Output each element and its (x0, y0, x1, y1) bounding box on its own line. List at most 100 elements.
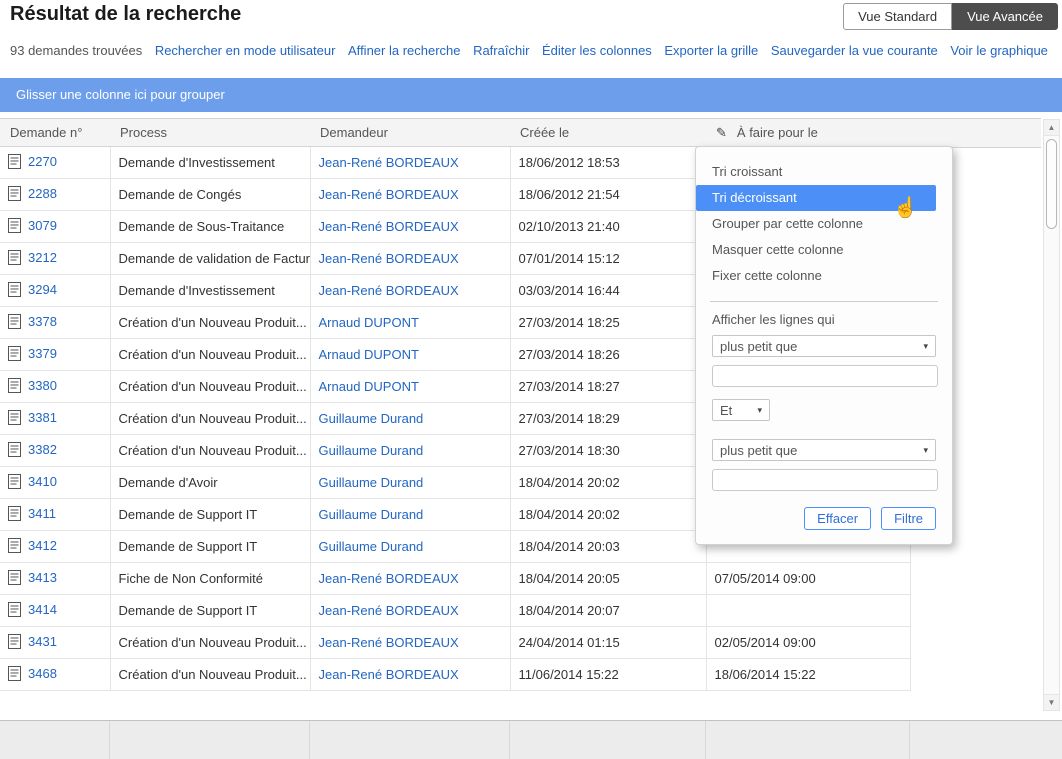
toolbar-link[interactable]: Affiner la recherche (348, 43, 461, 58)
request-id-link[interactable]: 3410 (28, 474, 57, 489)
requester-link[interactable]: Jean-René BORDEAUX (319, 667, 459, 682)
requester-link[interactable]: Guillaume Durand (319, 443, 424, 458)
requester-link[interactable]: Jean-René BORDEAUX (319, 155, 459, 170)
toolbar-link[interactable]: Sauvegarder la vue courante (771, 43, 938, 58)
requester-link[interactable]: Jean-René BORDEAUX (319, 635, 459, 650)
document-icon (8, 666, 21, 684)
document-icon (8, 186, 21, 204)
edit-column-icon[interactable]: ✎ (716, 125, 727, 141)
menu-item[interactable]: Grouper par cette colonne (696, 211, 952, 237)
table-row[interactable]: 3413 Fiche de Non Conformité Jean-René B… (0, 563, 910, 595)
column-menu-items: Tri croissantTri décroissantGrouper par … (696, 159, 952, 289)
process-cell: Demande d'Investissement (110, 147, 310, 179)
created-date-cell: 18/06/2012 18:53 (510, 147, 706, 179)
column-header-demande-no[interactable]: Demande n° (0, 119, 110, 147)
requester-link[interactable]: Arnaud DUPONT (319, 315, 419, 330)
request-id-link[interactable]: 3414 (28, 602, 57, 617)
footer-cell (706, 721, 910, 759)
scrollbar-thumb[interactable] (1046, 139, 1057, 229)
request-id-link[interactable]: 3382 (28, 442, 57, 457)
process-cell: Demande de validation de Facture (110, 243, 310, 275)
search-results-page: Résultat de la recherche Vue Standard Vu… (0, 0, 1062, 759)
column-header-a-faire-pour-le[interactable]: ✎À faire pour le (706, 119, 910, 147)
document-icon (8, 474, 21, 492)
requester-link[interactable]: Arnaud DUPONT (319, 379, 419, 394)
request-id-link[interactable]: 3379 (28, 346, 57, 361)
requester-link[interactable]: Jean-René BORDEAUX (319, 603, 459, 618)
requester-link[interactable]: Jean-René BORDEAUX (319, 571, 459, 586)
created-date-cell: 27/03/2014 18:26 (510, 339, 706, 371)
menu-item[interactable]: Tri décroissant (696, 185, 936, 211)
requester-link[interactable]: Jean-René BORDEAUX (319, 251, 459, 266)
table-row[interactable]: 3431 Création d'un Nouveau Produit... Je… (0, 627, 910, 659)
document-icon (8, 250, 21, 268)
footer-cell (510, 721, 706, 759)
request-id-link[interactable]: 3413 (28, 570, 57, 585)
requester-link[interactable]: Jean-René BORDEAUX (319, 283, 459, 298)
table-header-row: Demande n° Process Demandeur Créée le ✎À… (0, 119, 910, 147)
created-date-cell: 18/04/2014 20:07 (510, 595, 706, 627)
group-drop-zone[interactable]: Glisser une colonne ici pour grouper (0, 78, 1062, 112)
document-icon (8, 410, 21, 428)
request-id-link[interactable]: 3431 (28, 634, 57, 649)
request-id-link[interactable]: 3380 (28, 378, 57, 393)
request-id-link[interactable]: 3212 (28, 250, 57, 265)
requester-link[interactable]: Guillaume Durand (319, 539, 424, 554)
footer-cell (110, 721, 310, 759)
requester-link[interactable]: Jean-René BORDEAUX (319, 219, 459, 234)
request-id-link[interactable]: 3411 (28, 506, 56, 521)
requester-link[interactable]: Arnaud DUPONT (319, 347, 419, 362)
requester-link[interactable]: Guillaume Durand (319, 507, 424, 522)
requester-link[interactable]: Guillaume Durand (319, 475, 424, 490)
view-advanced-button[interactable]: Vue Avancée (952, 3, 1058, 30)
apply-filter-button[interactable]: Filtre (881, 507, 936, 530)
view-toggle: Vue Standard Vue Avancée (843, 3, 1058, 30)
menu-item[interactable]: Masquer cette colonne (696, 237, 952, 263)
table-row[interactable]: 3414 Demande de Support IT Jean-René BOR… (0, 595, 910, 627)
filter-logic-select[interactable]: Et ▾ (712, 399, 770, 421)
created-date-cell: 27/03/2014 18:29 (510, 403, 706, 435)
clear-filter-button[interactable]: Effacer (804, 507, 871, 530)
request-id-link[interactable]: 2288 (28, 186, 57, 201)
request-id-link[interactable]: 3079 (28, 218, 57, 233)
process-cell: Création d'un Nouveau Produit... (110, 339, 310, 371)
created-date-cell: 27/03/2014 18:25 (510, 307, 706, 339)
column-header-process[interactable]: Process (110, 119, 310, 147)
header-filler (910, 118, 1041, 148)
requester-link[interactable]: Jean-René BORDEAUX (319, 187, 459, 202)
request-id-link[interactable]: 3294 (28, 282, 57, 297)
vertical-scrollbar[interactable]: ▲ ▼ (1043, 119, 1060, 711)
toolbar-link[interactable]: Rechercher en mode utilisateur (155, 43, 336, 58)
column-header-demandeur[interactable]: Demandeur (310, 119, 510, 147)
request-id-link[interactable]: 2270 (28, 154, 57, 169)
request-id-link[interactable]: 3378 (28, 314, 57, 329)
scroll-down-button[interactable]: ▼ (1044, 694, 1059, 710)
toolbar-link[interactable]: Éditer les colonnes (542, 43, 652, 58)
toolbar-link[interactable]: Voir le graphique (950, 43, 1048, 58)
due-date-cell (706, 595, 910, 627)
filter-operator-2-select[interactable]: plus petit que ▾ (712, 439, 936, 461)
toolbar-link[interactable]: Exporter la grille (664, 43, 758, 58)
filter-value-1-input[interactable] (712, 365, 938, 387)
request-id-link[interactable]: 3468 (28, 666, 57, 681)
filter-section-label: Afficher les lignes qui (712, 312, 936, 327)
toolbar-link[interactable]: Rafraîchir (473, 43, 529, 58)
scroll-up-button[interactable]: ▲ (1044, 120, 1059, 136)
process-cell: Création d'un Nouveau Produit... (110, 659, 310, 691)
filter-value-2-input[interactable] (712, 469, 938, 491)
document-icon (8, 538, 21, 556)
table-row[interactable]: 3468 Création d'un Nouveau Produit... Je… (0, 659, 910, 691)
menu-item[interactable]: Fixer cette colonne (696, 263, 952, 289)
column-header-creee-le[interactable]: Créée le (510, 119, 706, 147)
requester-link[interactable]: Guillaume Durand (319, 411, 424, 426)
request-id-link[interactable]: 3381 (28, 410, 57, 425)
request-id-link[interactable]: 3412 (28, 538, 57, 553)
created-date-cell: 18/04/2014 20:05 (510, 563, 706, 595)
created-date-cell: 27/03/2014 18:27 (510, 371, 706, 403)
document-icon (8, 602, 21, 620)
process-cell: Demande d'Investissement (110, 275, 310, 307)
created-date-cell: 18/04/2014 20:02 (510, 467, 706, 499)
view-standard-button[interactable]: Vue Standard (843, 3, 952, 30)
filter-operator-1-select[interactable]: plus petit que ▾ (712, 335, 936, 357)
menu-item[interactable]: Tri croissant (696, 159, 952, 185)
